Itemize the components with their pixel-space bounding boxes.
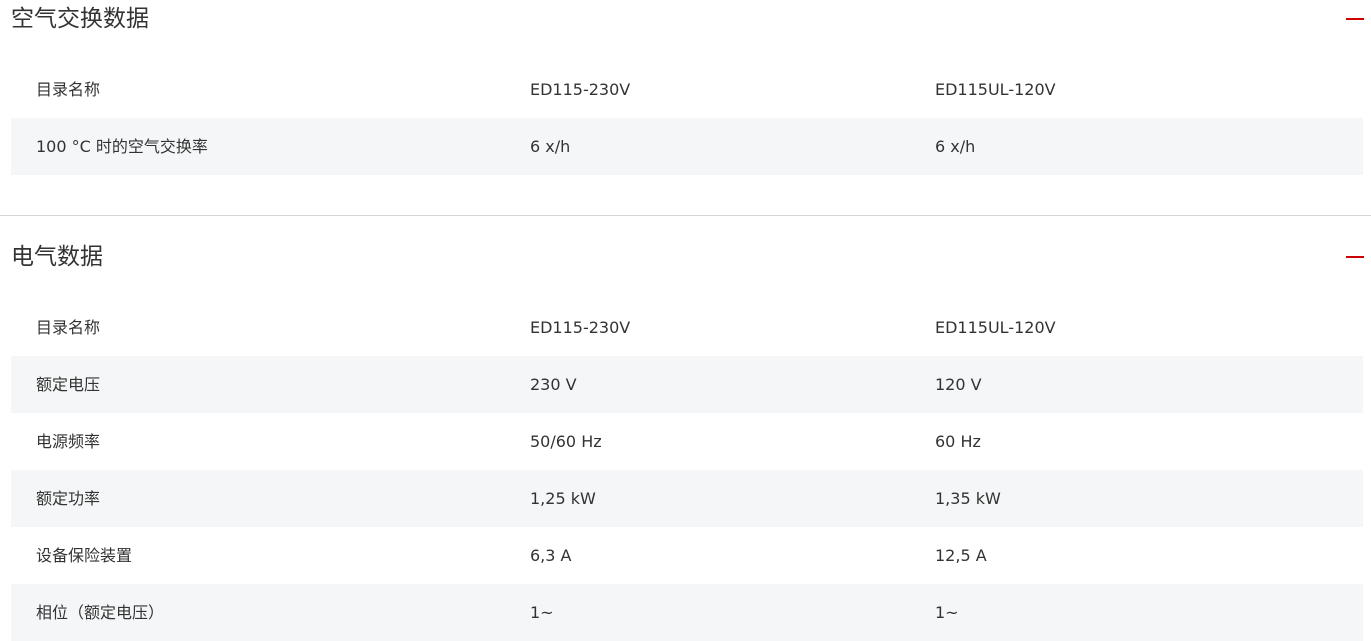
row-label: 电源频率 — [36, 432, 101, 451]
table-row: 目录名称 ED115-230V ED115UL-120V — [11, 61, 1363, 118]
row-value-120v: 1~ — [935, 603, 959, 622]
table-row: 目录名称 ED115-230V ED115UL-120V — [11, 299, 1363, 356]
air-exchange-section: 空气交换数据 目录名称 ED115-230V ED115UL-120V 100 … — [0, 0, 1371, 175]
table-row: 额定电压 230 V 120 V — [11, 356, 1363, 413]
table-row: 设备保险装置 6,3 A 12,5 A — [11, 527, 1363, 584]
row-value-120v: 12,5 A — [935, 546, 987, 565]
row-value-120v: 120 V — [935, 375, 982, 394]
table-row: 额定功率 1,25 kW 1,35 kW — [11, 470, 1363, 527]
minus-icon[interactable] — [1346, 18, 1364, 20]
section-divider — [0, 215, 1371, 216]
row-value-120v: ED115UL-120V — [935, 80, 1056, 99]
table-row: 100 °C 时的空气交换率 6 x/h 6 x/h — [11, 118, 1363, 175]
row-value-120v: 60 Hz — [935, 432, 981, 451]
row-value-120v: 6 x/h — [935, 137, 976, 156]
row-label: 目录名称 — [36, 318, 101, 337]
row-value-230v: 50/60 Hz — [530, 432, 602, 451]
row-value-120v: 1,35 kW — [935, 489, 1001, 508]
row-label: 目录名称 — [36, 80, 101, 99]
row-value-120v: ED115UL-120V — [935, 318, 1056, 337]
electrical-table: 目录名称 ED115-230V ED115UL-120V 额定电压 230 V … — [11, 299, 1363, 641]
row-label: 额定功率 — [36, 489, 101, 508]
row-value-230v: ED115-230V — [530, 80, 631, 99]
air-exchange-table: 目录名称 ED115-230V ED115UL-120V 100 °C 时的空气… — [11, 61, 1363, 175]
electrical-section: 电气数据 目录名称 ED115-230V ED115UL-120V 额定电压 2… — [0, 238, 1371, 641]
row-label: 设备保险装置 — [36, 546, 133, 565]
minus-icon[interactable] — [1346, 256, 1364, 258]
table-row: 电源频率 50/60 Hz 60 Hz — [11, 413, 1363, 470]
row-label: 100 °C 时的空气交换率 — [36, 137, 208, 156]
row-label: 额定电压 — [36, 375, 101, 394]
table-row: 相位（额定电压） 1~ 1~ — [11, 584, 1363, 641]
electrical-header[interactable]: 电气数据 — [0, 238, 1371, 278]
row-value-230v: 1,25 kW — [530, 489, 596, 508]
section-title: 电气数据 — [11, 244, 103, 270]
row-value-230v: 1~ — [530, 603, 554, 622]
row-value-230v: 6 x/h — [530, 137, 571, 156]
row-value-230v: ED115-230V — [530, 318, 631, 337]
row-value-230v: 6,3 A — [530, 546, 572, 565]
row-value-230v: 230 V — [530, 375, 577, 394]
row-label: 相位（额定电压） — [36, 603, 165, 622]
air-exchange-header[interactable]: 空气交换数据 — [0, 0, 1371, 40]
section-title: 空气交换数据 — [11, 6, 149, 32]
